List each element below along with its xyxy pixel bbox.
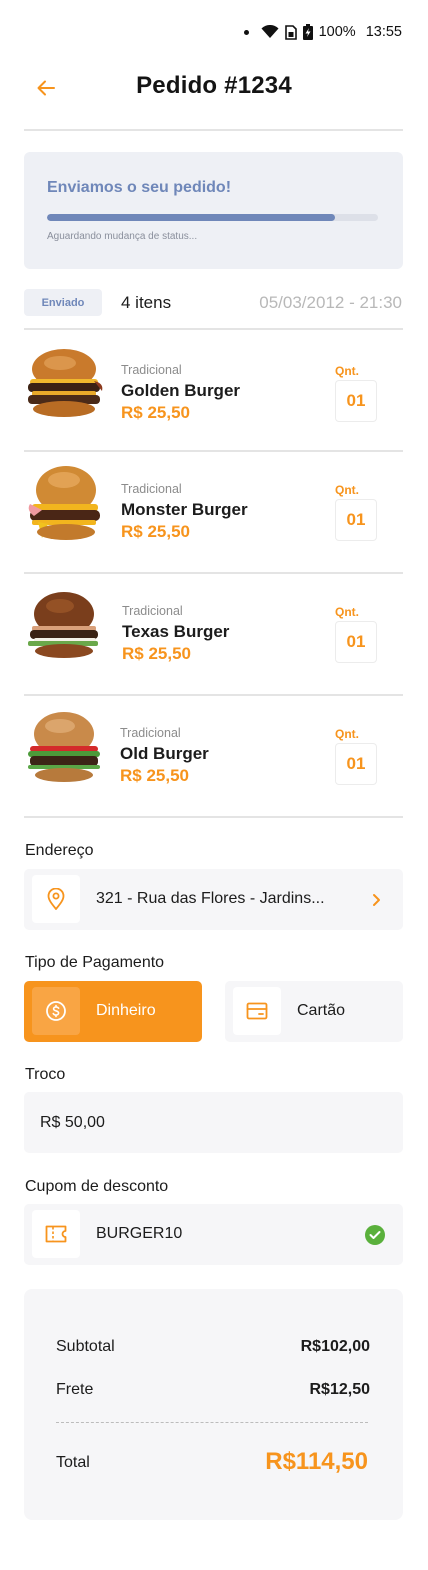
order-status-card: Enviamos o seu pedido! Aguardando mudanç… <box>24 152 403 269</box>
item-category: Tradicional <box>121 482 182 496</box>
header-divider <box>24 129 403 131</box>
quantity-label: Qnt. <box>335 605 359 619</box>
item-category: Tradicional <box>121 363 182 377</box>
ticket-icon <box>45 1225 67 1243</box>
monster-burger-image <box>28 466 100 540</box>
battery-level: 100% <box>318 24 356 40</box>
payment-card-button[interactable]: Cartão <box>225 981 403 1042</box>
check-circle-icon <box>365 1225 385 1245</box>
cash-icon-box <box>32 987 80 1035</box>
coupon-label: Cupom de desconto <box>25 1178 169 1195</box>
chevron-right-icon <box>373 894 380 906</box>
subtotal-value: R$102,00 <box>300 1338 370 1355</box>
quantity-box[interactable]: 01 <box>335 380 377 422</box>
quantity-box[interactable]: 01 <box>335 743 377 785</box>
address-label: Endereço <box>25 842 94 859</box>
change-label: Troco <box>25 1066 66 1083</box>
item-name: Old Burger <box>120 744 209 763</box>
notification-dot-icon <box>243 29 249 35</box>
list-item[interactable]: Tradicional Texas Burger R$ 25,50 Qnt. 0… <box>24 574 403 684</box>
item-price: R$ 25,50 <box>121 403 190 422</box>
payment-label: Tipo de Pagamento <box>25 954 165 971</box>
list-item[interactable]: Tradicional Golden Burger R$ 25,50 Qnt. … <box>24 333 403 443</box>
page-title: Pedido #1234 <box>136 72 292 99</box>
wifi-icon <box>261 25 279 38</box>
quantity-label: Qnt. <box>335 727 359 741</box>
battery-charging-icon <box>302 24 313 40</box>
total-value: R$114,50 <box>265 1448 368 1475</box>
status-bar: 100% 13:55 <box>0 0 428 60</box>
quantity-box[interactable]: 01 <box>335 621 377 663</box>
clock: 13:55 <box>365 24 402 40</box>
order-totals-card: Subtotal R$102,00 Frete R$12,50 Total R$… <box>24 1289 403 1520</box>
totals-divider <box>56 1422 368 1423</box>
item-price: R$ 25,50 <box>120 766 189 785</box>
order-date: 05/03/2012 - 21:30 <box>259 293 402 312</box>
item-name: Monster Burger <box>121 500 248 519</box>
credit-card-icon <box>246 1002 268 1020</box>
order-progress-fill <box>47 214 335 221</box>
card-icon-box <box>233 987 281 1035</box>
coupon-icon-box <box>32 1210 80 1258</box>
location-pin-icon <box>47 888 65 910</box>
items-bottom-divider <box>24 816 403 818</box>
payment-cash-button[interactable]: Dinheiro <box>24 981 202 1042</box>
address-field[interactable]: 321 - Rua das Flores - Jardins... <box>24 869 403 930</box>
golden-burger-image <box>28 349 103 417</box>
old-burger-image <box>28 712 100 782</box>
item-name: Golden Burger <box>121 381 241 400</box>
list-item[interactable]: Tradicional Old Burger R$ 25,50 Qnt. 01 <box>24 696 403 806</box>
sim-card-icon <box>284 24 297 40</box>
status-icons: 100% 13:55 <box>243 24 402 40</box>
quantity-label: Qnt. <box>335 364 359 378</box>
dollar-coin-icon <box>46 1001 66 1021</box>
item-name: Texas Burger <box>122 622 230 641</box>
item-count: 4 itens <box>121 293 172 312</box>
change-input[interactable] <box>24 1092 403 1153</box>
order-progress-bar <box>47 214 378 221</box>
address-icon-box <box>32 875 80 923</box>
texas-burger-image <box>28 592 98 658</box>
shipping-label: Frete <box>56 1381 94 1398</box>
address-value: 321 - Rua das Flores - Jardins... <box>96 890 325 907</box>
shipping-value: R$12,50 <box>309 1381 371 1398</box>
quantity-label: Qnt. <box>335 483 359 497</box>
item-category: Tradicional <box>122 604 183 618</box>
list-item[interactable]: Tradicional Monster Burger R$ 25,50 Qnt.… <box>24 452 403 562</box>
payment-cash-label: Dinheiro <box>96 1002 156 1019</box>
summary-divider <box>24 328 403 330</box>
coupon-field[interactable]: BURGER10 <box>24 1204 403 1265</box>
item-price: R$ 25,50 <box>121 522 190 541</box>
quantity-box[interactable]: 01 <box>335 499 377 541</box>
item-price: R$ 25,50 <box>122 644 191 663</box>
coupon-value: BURGER10 <box>96 1225 183 1242</box>
item-category: Tradicional <box>120 726 181 740</box>
status-badge: Enviado <box>24 289 102 316</box>
subtotal-label: Subtotal <box>56 1338 115 1355</box>
order-status-title: Enviamos o seu pedido! <box>47 179 232 196</box>
order-status-subtitle: Aguardando mudança de status... <box>47 231 198 242</box>
payment-card-label: Cartão <box>297 1002 346 1019</box>
total-label: Total <box>56 1454 90 1471</box>
